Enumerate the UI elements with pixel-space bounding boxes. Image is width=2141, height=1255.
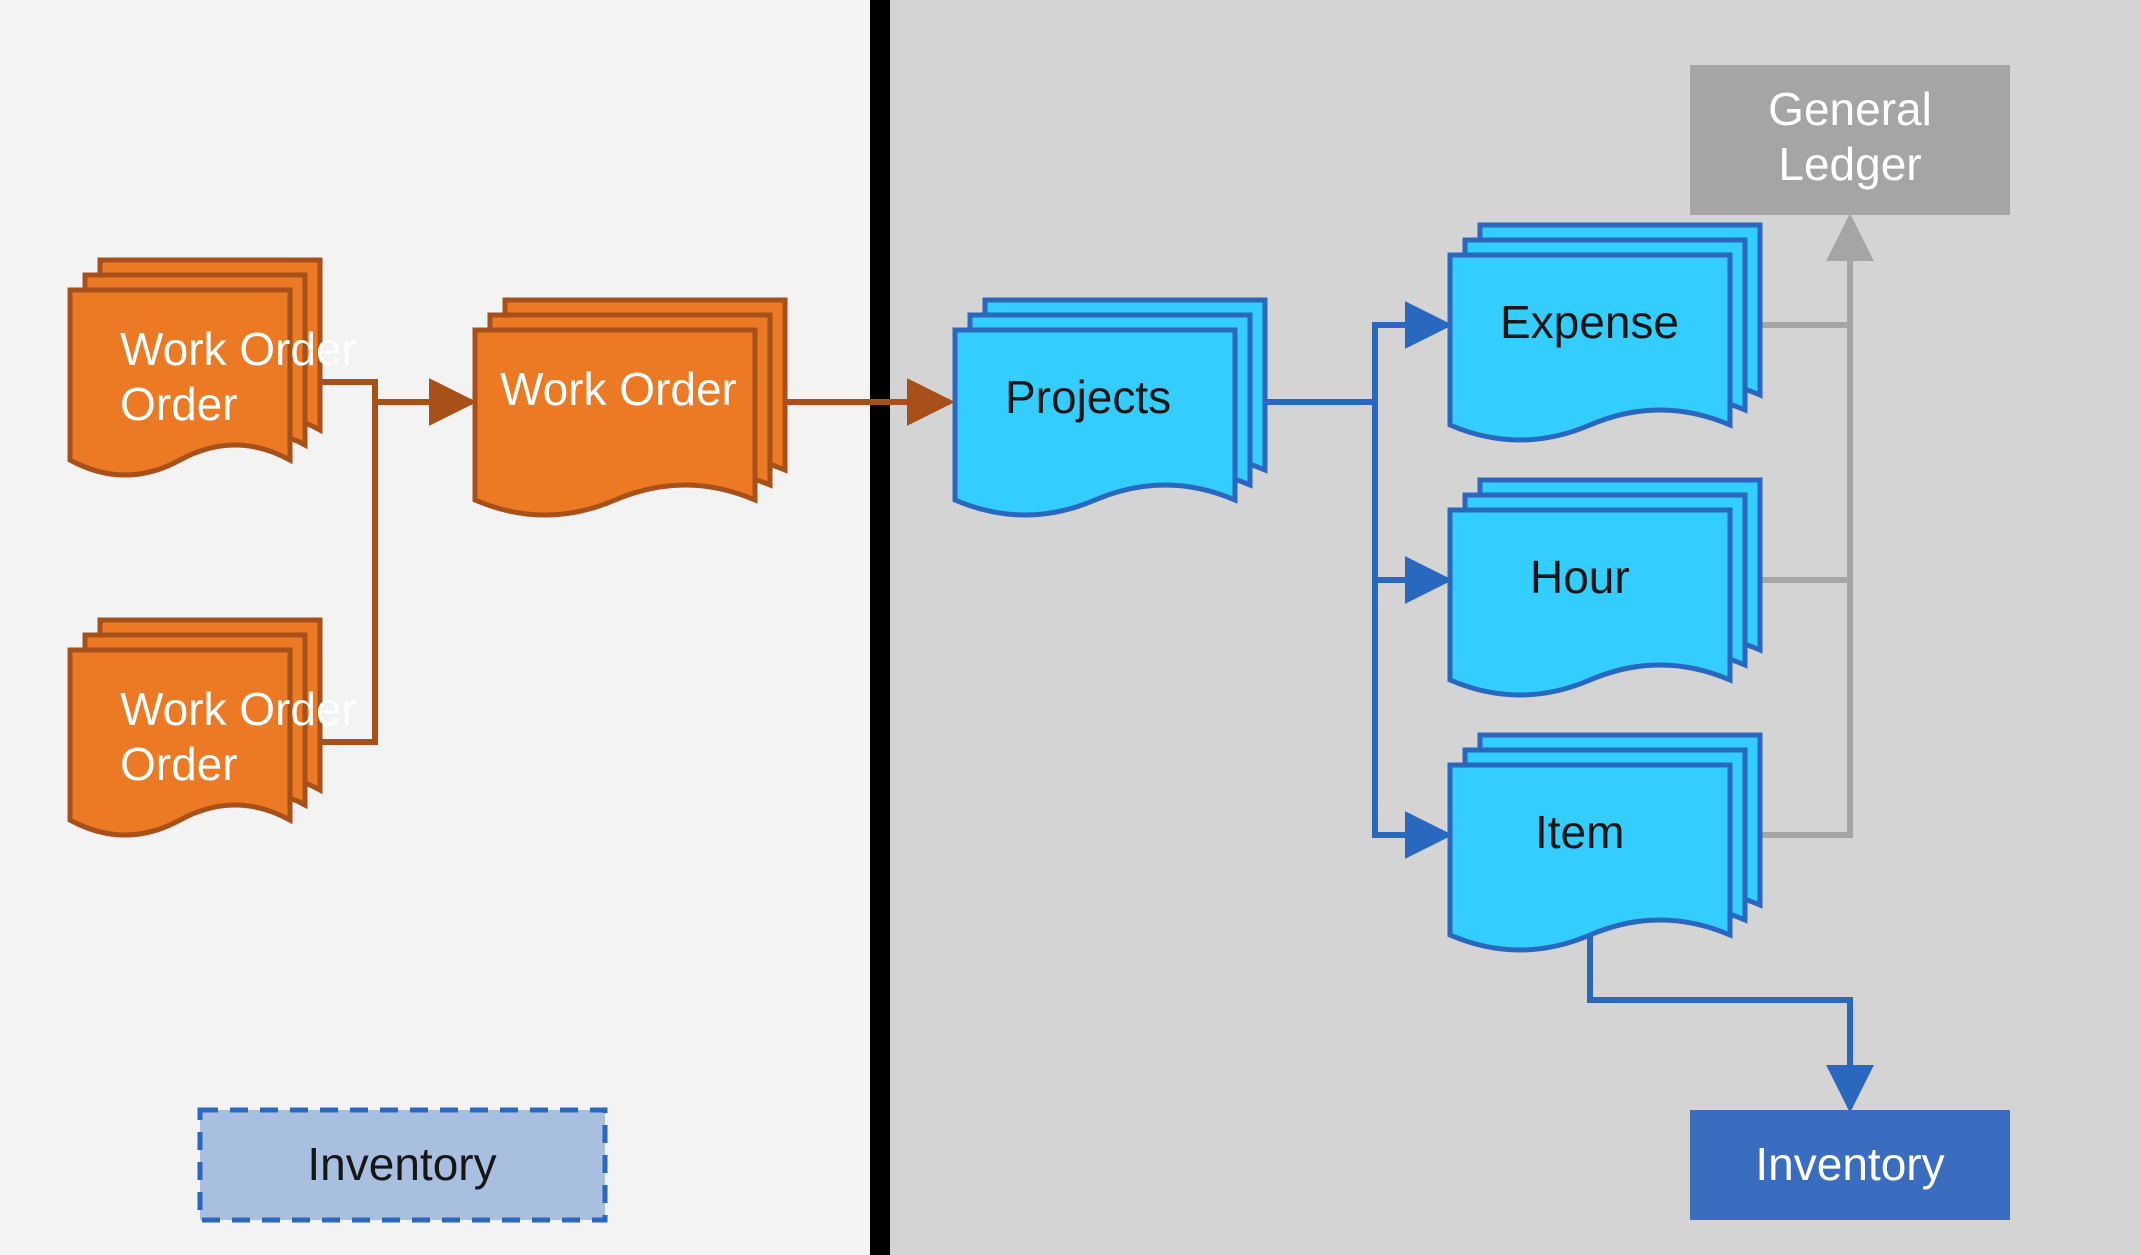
hour-stack: Hour <box>1450 480 1760 695</box>
general-ledger-label-line2: Ledger <box>1778 138 1921 190</box>
work-order-1-label-line1: Work Order <box>120 323 357 375</box>
diagram-canvas: Work Order Order Work Order Order Work O… <box>0 0 2141 1255</box>
work-order-2-label-line1: Work Order <box>120 683 357 735</box>
work-order-stack-3: Work Order <box>475 300 785 515</box>
work-order-2-label-line2: Order <box>120 738 238 790</box>
divider-bar <box>870 0 890 1255</box>
general-ledger-box: General Ledger <box>1690 65 2010 215</box>
projects-stack: Projects <box>955 300 1265 515</box>
projects-label: Projects <box>1005 371 1171 423</box>
item-label: Item <box>1535 806 1624 858</box>
inventory-box-right: Inventory <box>1690 1110 2010 1220</box>
inventory-right-label: Inventory <box>1755 1138 1944 1190</box>
inventory-left-label: Inventory <box>307 1138 496 1190</box>
item-stack: Item <box>1450 735 1760 950</box>
work-order-1-label-line2: Order <box>120 378 238 430</box>
work-order-3-label: Work Order <box>500 363 737 415</box>
general-ledger-label-line1: General <box>1768 83 1932 135</box>
expense-stack: Expense <box>1450 225 1760 440</box>
inventory-box-left-dashed: Inventory <box>200 1110 605 1220</box>
expense-label: Expense <box>1500 296 1679 348</box>
hour-label: Hour <box>1530 551 1630 603</box>
